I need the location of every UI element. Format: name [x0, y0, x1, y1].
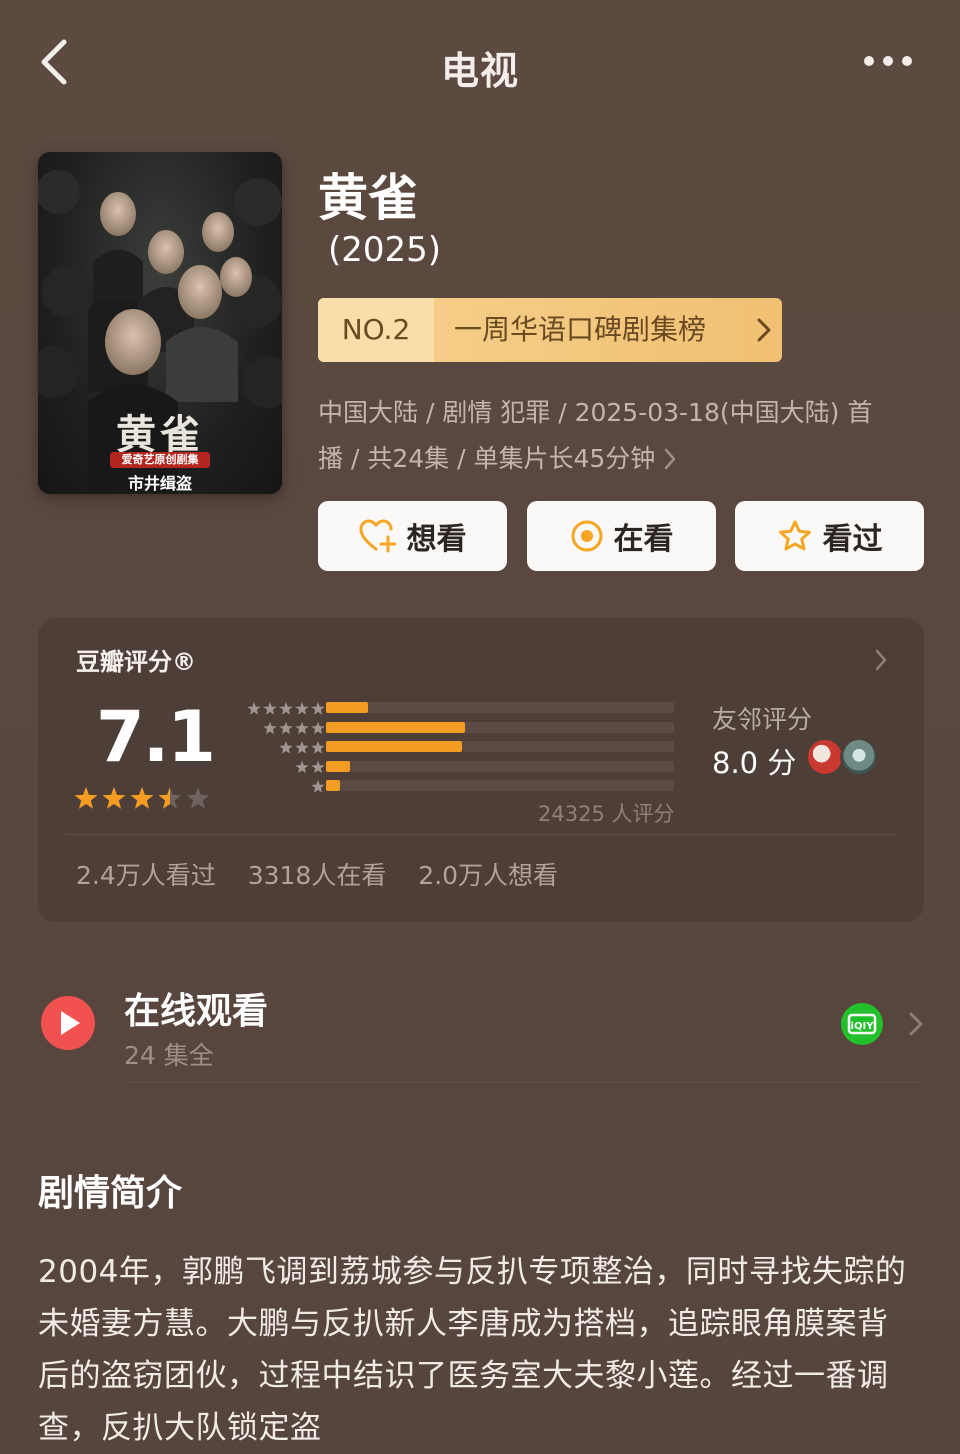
synopsis-text[interactable]: 2004年，郭鹏飞调到荔城参与反扒专项整治，同时寻找失踪的未婚妻方慧。大鹏与反扒… — [38, 1246, 918, 1454]
rating-bar-track — [326, 760, 674, 772]
watching-button[interactable]: 在看 — [527, 501, 716, 571]
star-level-2 — [311, 760, 325, 774]
star-level-4 — [295, 721, 309, 735]
ranking-badge[interactable]: NO.2 一周华语口碑剧集榜 — [318, 298, 782, 362]
chevron-right-icon — [757, 318, 771, 342]
star-level-4 — [279, 721, 293, 735]
page-title: 电视 — [440, 49, 519, 93]
play-icon[interactable] — [40, 995, 96, 1051]
rating-bar-2-star — [326, 760, 351, 772]
watched-label: 看过 — [822, 522, 883, 557]
star-level-5 — [295, 702, 309, 715]
star-level-5 — [263, 702, 277, 715]
iqiyi-icon[interactable]: iQIY — [840, 1002, 884, 1046]
star-outline-icon — [778, 520, 811, 551]
divider — [124, 1082, 924, 1083]
watching-count: 3318人在看 — [247, 861, 387, 890]
avatar — [840, 738, 878, 776]
rating-stars — [74, 787, 210, 809]
star-level-1 — [311, 780, 325, 793]
rating-distribution — [326, 702, 674, 800]
action-buttons: 想看 在看 看过 — [318, 501, 924, 571]
poster-badge: 爱奇艺原创剧集 — [110, 452, 210, 468]
svg-text:iQIY: iQIY — [851, 1021, 875, 1032]
poster-image[interactable]: 黄雀 爱奇艺原创剧集 市井缉盗 — [38, 152, 282, 494]
want-count: 2.0万人想看 — [418, 861, 559, 890]
rank-label: 一周华语口碑剧集榜 — [454, 313, 707, 346]
divider — [66, 834, 896, 835]
rating-stats: 2.4万人看过 3318人在看 2.0万人想看 — [76, 856, 582, 892]
star-level-3 — [295, 741, 309, 754]
friend-rating-score: 8.0 分 — [712, 746, 797, 780]
rating-bar-5-star — [326, 702, 368, 713]
target-icon — [571, 520, 602, 552]
synopsis-title: 剧情简介 — [38, 1173, 183, 1214]
rating-bar-4-star — [326, 721, 466, 733]
show-meta[interactable]: 中国大陆 / 剧情 犯罪 / 2025-03-18(中国大陆) 首 播 / 共2… — [318, 390, 918, 482]
watching-label: 在看 — [613, 522, 674, 557]
show-year: (2025) — [328, 230, 442, 270]
star-filled — [102, 787, 126, 809]
rating-card[interactable]: 豆瓣评分® 7.1 24325 人评分 友邻评分 8.0 分 2.4万人看过 3… — [38, 618, 924, 922]
star-level-5 — [247, 702, 261, 715]
chevron-right-icon — [665, 448, 676, 470]
rating-count: 24325 人评分 — [538, 802, 675, 826]
top-bar: 电视 — [0, 0, 960, 125]
rating-bar-3-star — [326, 741, 462, 752]
meta-line: 播 / 共24集 / 单集片长45分钟 — [318, 444, 656, 473]
star-empty — [186, 787, 210, 809]
more-icon[interactable] — [860, 50, 916, 72]
online-watch-subtitle: 24 集全 — [124, 1041, 214, 1070]
star-filled — [74, 787, 98, 809]
want-to-watch-label: 想看 — [406, 522, 467, 557]
rating-bar-1-star — [326, 780, 340, 791]
rating-bar-track — [326, 741, 674, 752]
rank-number: NO.2 — [318, 298, 434, 362]
want-to-watch-button[interactable]: 想看 — [318, 501, 507, 571]
watched-button[interactable]: 看过 — [735, 501, 924, 571]
rating-bar-track — [326, 702, 674, 713]
online-watch-title[interactable]: 在线观看 — [124, 982, 268, 1034]
friend-avatars[interactable] — [806, 738, 880, 778]
star-level-4 — [311, 721, 325, 735]
rating-bar-track — [326, 721, 674, 733]
star-level-5 — [279, 702, 293, 715]
chevron-right-icon — [875, 649, 887, 671]
rating-heading: 豆瓣评分® — [76, 648, 196, 676]
heart-plus-icon — [358, 519, 396, 553]
star-filled — [130, 787, 154, 809]
rating-bar-track — [326, 780, 674, 791]
rating-score: 7.1 — [96, 696, 216, 778]
page: 电视 黄雀 爱奇艺原创剧集 市井缉盗 黄雀 (2025) NO.2 一周华语口碑… — [0, 0, 960, 1454]
friend-rating-label: 友邻评分 — [712, 705, 813, 734]
rating-star-levels — [247, 702, 325, 793]
star-level-2 — [295, 760, 309, 774]
show-title: 黄雀 — [318, 169, 418, 227]
star-level-3 — [279, 741, 293, 754]
watched-count: 2.4万人看过 — [76, 861, 216, 890]
avatar — [806, 738, 844, 776]
star-level-5 — [311, 702, 325, 715]
meta-line: 中国大陆 / 剧情 犯罪 / 2025-03-18(中国大陆) 首 — [318, 398, 873, 427]
star-level-3 — [311, 741, 325, 754]
poster-caption: 市井缉盗 — [127, 474, 192, 493]
star-level-4 — [263, 721, 277, 735]
chevron-right-icon[interactable] — [908, 1010, 924, 1038]
